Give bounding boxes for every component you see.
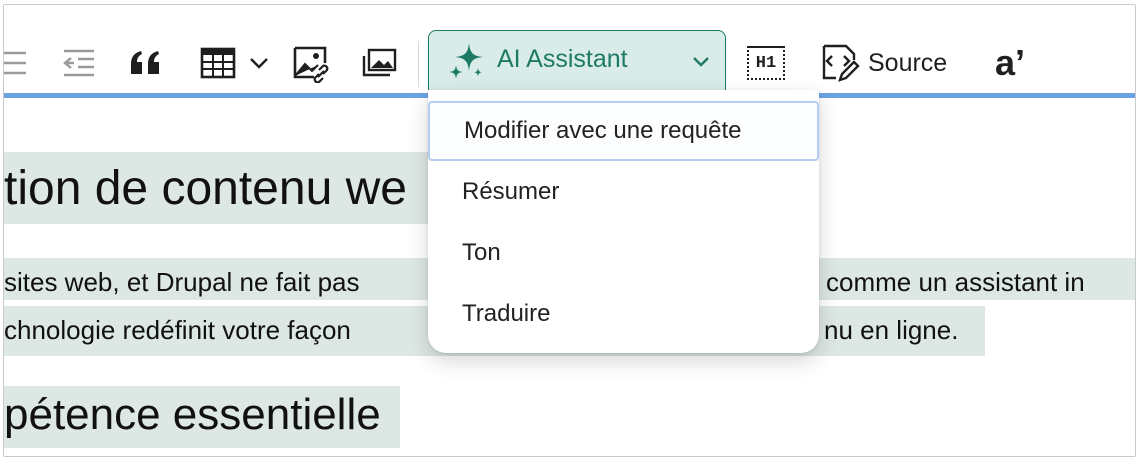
heading-icon-text: H1 [755,53,777,73]
outdent-icon [63,49,94,77]
media-library-button[interactable] [360,43,400,83]
menu-item-summarize[interactable]: Résumer [428,162,819,222]
quote-icon [131,51,159,74]
blockquote-button[interactable] [126,43,166,83]
source-label: Source [868,48,948,77]
menu-item-translate[interactable]: Traduire [428,284,819,344]
source-button[interactable]: Source [820,39,960,87]
menu-item-label: Traduire [462,300,551,327]
paragraph-line1-left: sites web, et Drupal ne fait pas [4,267,360,297]
editor-toolbar: AI Assistant H1 Source a’ [4,5,1135,93]
list-icon [4,51,26,75]
table-icon [200,47,236,79]
special-characters-icon: a’ [994,42,1026,83]
source-code-icon [822,44,860,82]
paragraph-line2-left: chnologie redéfinit votre façon [4,315,351,345]
paragraph-line1-right: comme un assistant in [826,267,1085,297]
heading-1: tion de contenu we [4,162,407,215]
ai-assistant-menu: Modifier avec une requête Résumer Ton Tr… [428,90,819,353]
ai-assistant-button[interactable]: AI Assistant [428,30,726,90]
menu-item-modify-with-prompt[interactable]: Modifier avec une requête [428,101,819,161]
editor-frame: AI Assistant H1 Source a’ tion de conten… [3,4,1136,457]
chevron-down-icon [693,57,709,67]
media-library-icon [362,48,397,77]
heading-2: pétence essentielle [4,390,381,439]
ai-assistant-label: AI Assistant [497,45,628,73]
menu-item-tone[interactable]: Ton [428,223,819,283]
outdent-button[interactable] [58,43,98,83]
chevron-down-icon [250,58,268,69]
heading-button[interactable]: H1 [744,41,788,85]
bulleted-list-button[interactable] [4,43,32,83]
heading-icon: H1 [747,46,785,80]
image-link-icon [293,46,329,83]
menu-item-label: Résumer [462,178,560,205]
toolbar-separator [418,41,419,87]
menu-item-label: Modifier avec une requête [464,117,742,144]
paragraph-line2-right: nu en ligne. [824,315,959,345]
menu-item-label: Ton [462,239,501,266]
insert-table-button[interactable] [196,43,274,83]
insert-image-button[interactable] [290,41,334,85]
special-characters-button[interactable]: a’ [988,41,1032,85]
sparkles-icon [449,43,483,79]
